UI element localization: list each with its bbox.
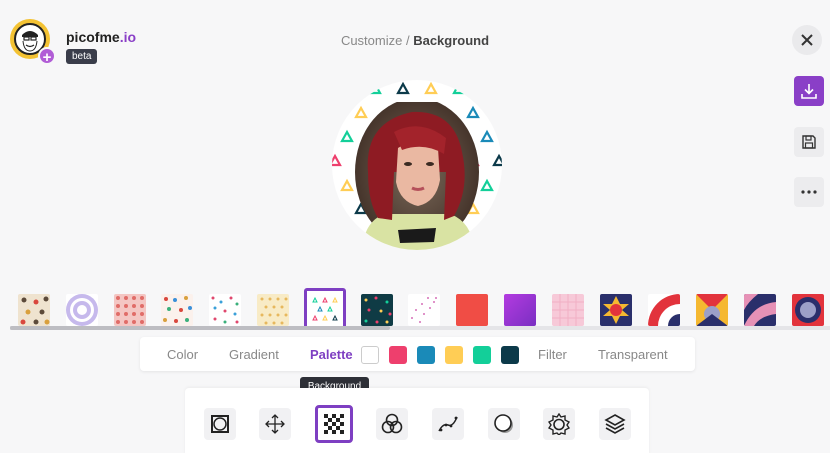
swatch-scrollbar[interactable] bbox=[10, 326, 390, 330]
swatch-solid-red[interactable] bbox=[456, 294, 488, 326]
tab-gradient[interactable]: Gradient bbox=[229, 347, 279, 362]
swatch-red-quarter-circles[interactable] bbox=[648, 294, 680, 326]
layers-icon bbox=[604, 414, 626, 434]
background-mode-tabs: Color Gradient Palette Filter Transparen… bbox=[140, 337, 695, 371]
swatch-teal-confetti[interactable] bbox=[361, 294, 393, 326]
move-tool-button[interactable] bbox=[259, 408, 291, 440]
shadow-icon bbox=[494, 414, 513, 433]
palette-color-navy[interactable] bbox=[501, 346, 519, 364]
swatch-purple-gradient[interactable] bbox=[504, 294, 536, 326]
badge-icon bbox=[548, 413, 570, 435]
tab-palette[interactable]: Palette bbox=[310, 347, 353, 362]
swatch-confetti-dots[interactable] bbox=[209, 294, 241, 326]
download-icon bbox=[801, 84, 817, 99]
blend-tool-button[interactable] bbox=[376, 408, 408, 440]
swatch-navy-sunburst[interactable] bbox=[600, 294, 632, 326]
palette-color-blue[interactable] bbox=[417, 346, 435, 364]
frame-tool-button[interactable] bbox=[204, 408, 236, 440]
swatch-navy-pink-waves[interactable] bbox=[744, 294, 776, 326]
badge-tool-button[interactable] bbox=[543, 408, 575, 440]
move-icon bbox=[265, 414, 285, 434]
close-button[interactable] bbox=[792, 25, 822, 55]
shadow-tool-button[interactable] bbox=[488, 408, 520, 440]
tab-filter[interactable]: Filter bbox=[538, 347, 567, 362]
layers-tool-button[interactable] bbox=[599, 408, 631, 440]
breadcrumb-current: Background bbox=[413, 33, 490, 48]
palette-color-green[interactable] bbox=[473, 346, 491, 364]
background-tool-button[interactable] bbox=[315, 405, 353, 443]
avatar-preview bbox=[332, 80, 502, 250]
frame-icon bbox=[211, 415, 229, 433]
background-icon bbox=[324, 414, 344, 434]
curve-icon bbox=[438, 416, 458, 432]
swatch-beige-dots[interactable] bbox=[257, 294, 289, 326]
tab-color[interactable]: Color bbox=[167, 347, 198, 362]
download-button[interactable] bbox=[794, 76, 824, 106]
close-icon bbox=[801, 34, 813, 46]
portrait-photo bbox=[355, 102, 479, 250]
breadcrumb: Customize / Background bbox=[0, 33, 830, 48]
swatch-triangles-selected[interactable] bbox=[304, 288, 346, 330]
save-button[interactable] bbox=[794, 127, 824, 157]
more-dots-icon bbox=[801, 190, 817, 194]
add-avatar-icon[interactable]: + bbox=[38, 47, 56, 66]
breadcrumb-parent[interactable]: Customize bbox=[341, 33, 402, 48]
tab-transparent[interactable]: Transparent bbox=[598, 347, 668, 362]
palette-color-white[interactable] bbox=[361, 346, 379, 364]
swatch-pink-speckle[interactable] bbox=[408, 294, 440, 326]
swatch-color-dots[interactable] bbox=[161, 294, 193, 326]
swatch-bauhaus-triangles[interactable] bbox=[696, 294, 728, 326]
beta-badge: beta bbox=[66, 49, 98, 64]
swatch-red-navy-circle[interactable] bbox=[792, 294, 824, 326]
palette-color-yellow[interactable] bbox=[445, 346, 463, 364]
swatch-pink-check[interactable] bbox=[552, 294, 584, 326]
breadcrumb-separator: / bbox=[402, 33, 414, 48]
palette-color-pink[interactable] bbox=[389, 346, 407, 364]
swatch-tan-dots[interactable] bbox=[18, 294, 50, 326]
editor-toolbar bbox=[185, 388, 649, 453]
blend-icon bbox=[381, 413, 403, 434]
curve-tool-button[interactable] bbox=[432, 408, 464, 440]
swatch-lavender-circles[interactable] bbox=[66, 294, 98, 326]
more-button[interactable] bbox=[794, 177, 824, 207]
swatch-pink-grid[interactable] bbox=[114, 294, 146, 326]
floppy-disk-icon bbox=[802, 135, 816, 149]
